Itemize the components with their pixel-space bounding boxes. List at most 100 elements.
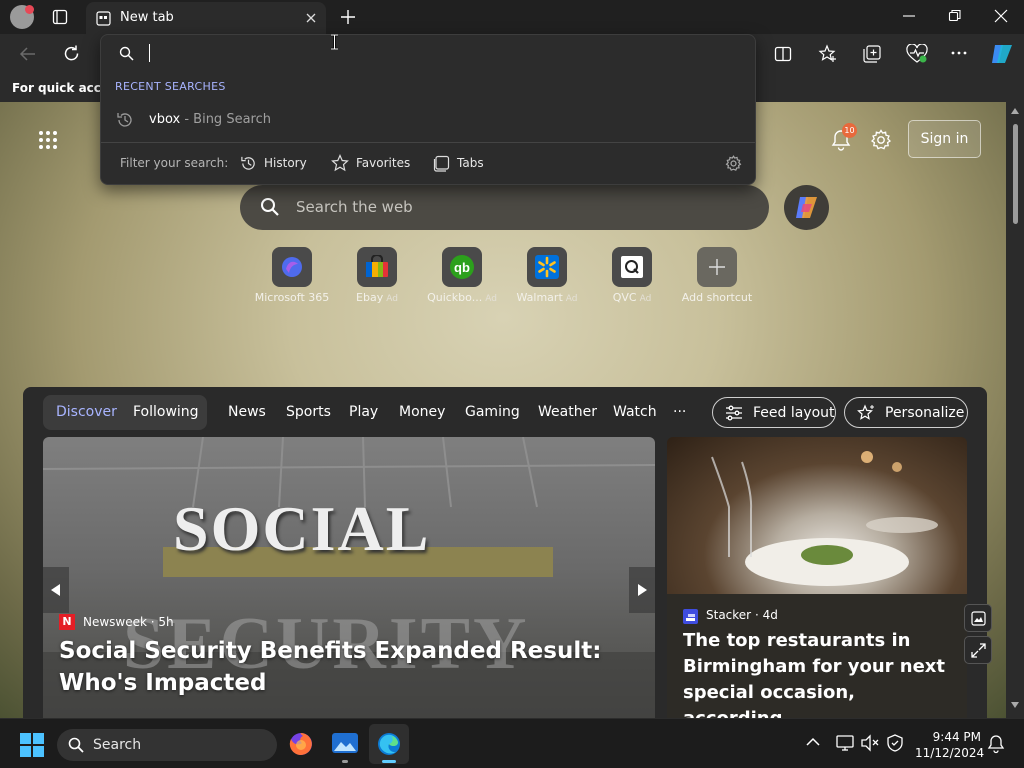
tab-weather[interactable]: Weather	[538, 404, 597, 420]
clock-time: 9:44 PM	[932, 730, 981, 744]
minimize-icon[interactable]	[902, 8, 916, 24]
star-icon	[331, 154, 349, 172]
search-settings-gear-icon[interactable]	[725, 155, 742, 172]
shortcut-label: Quickbo...	[427, 291, 483, 304]
network-icon[interactable]	[836, 734, 854, 752]
profile-alert-dot	[25, 5, 34, 14]
volume-muted-icon[interactable]	[860, 734, 880, 752]
card-headline[interactable]: Social Security Benefits Expanded Result…	[59, 635, 619, 699]
filter-history-button[interactable]: History	[240, 152, 307, 174]
shortcut-qvc[interactable]: QVC Ad	[592, 247, 672, 304]
tab-play[interactable]: Play	[349, 404, 378, 420]
tab-new-tab[interactable]: New tab	[86, 2, 326, 34]
svg-text:qb: qb	[454, 260, 470, 275]
search-icon	[119, 46, 134, 61]
filter-label: Tabs	[457, 156, 484, 170]
browser-essentials-icon[interactable]	[906, 44, 928, 64]
feed-layout-label: Feed layout	[753, 404, 835, 421]
carousel-prev-button[interactable]	[43, 567, 69, 613]
filter-favorites-button[interactable]: Favorites	[331, 152, 410, 174]
chevron-left-icon	[51, 584, 60, 596]
filter-tabs-button[interactable]: Tabs	[433, 152, 484, 174]
favorites-star-icon[interactable]	[818, 44, 838, 64]
tab-actions-icon[interactable]	[52, 9, 68, 25]
close-tab-icon[interactable]	[304, 11, 318, 25]
firefox-icon[interactable]	[288, 731, 314, 757]
shortcut-label: QVC	[612, 291, 637, 304]
add-plus-icon	[697, 247, 737, 287]
system-clock[interactable]: 9:44 PM 11/12/2024	[915, 729, 984, 761]
filter-label: History	[264, 156, 307, 170]
ebay-bag-icon	[357, 247, 397, 287]
tab-following[interactable]: Following	[133, 404, 199, 420]
copilot-logo-icon	[796, 197, 817, 218]
address-bar-dropdown: RECENT SEARCHES vbox - Bing Search Filte…	[100, 34, 756, 185]
show-hidden-icons-chevron-icon[interactable]	[806, 737, 820, 747]
stacker-logo-icon	[683, 609, 698, 624]
copilot-icon[interactable]	[989, 41, 1015, 67]
filter-search-label: Filter your search:	[120, 156, 229, 170]
address-input-caret[interactable]	[149, 44, 150, 62]
more-options-icon[interactable]	[950, 46, 968, 60]
apps-launcher-icon[interactable]	[38, 130, 58, 150]
add-shortcut-button[interactable]: Add shortcut	[677, 247, 757, 304]
notifications-bell-icon[interactable]: 10	[830, 123, 857, 152]
carousel-next-button[interactable]	[629, 567, 655, 613]
news-card-restaurants[interactable]: Stacker · 4d The top restaurants in Birm…	[667, 437, 967, 718]
card-headline[interactable]: The top restaurants in Birmingham for yo…	[683, 628, 958, 718]
search-placeholder: Search the web	[296, 198, 413, 216]
windows-start-icon[interactable]	[20, 733, 44, 757]
split-screen-icon[interactable]	[774, 45, 792, 63]
shortcut-walmart[interactable]: Walmart Ad	[507, 247, 587, 304]
recent-search-source: - Bing Search	[180, 112, 271, 127]
collections-icon[interactable]	[862, 44, 882, 64]
shortcut-quickbooks[interactable]: qb Quickbo... Ad	[422, 247, 502, 304]
taskbar-search-box[interactable]: Search	[57, 729, 277, 761]
tab-gaming[interactable]: Gaming	[465, 404, 520, 420]
web-search-box[interactable]: Search the web	[240, 185, 769, 230]
tab-sports[interactable]: Sports	[286, 404, 331, 420]
image-action-button[interactable]	[964, 604, 992, 632]
back-arrow-icon[interactable]	[19, 45, 37, 63]
windows-taskbar: Search 9:44 PM 11/12/2024	[0, 718, 1024, 768]
page-settings-gear-icon[interactable]	[870, 129, 892, 151]
edge-taskbar-button[interactable]	[369, 724, 409, 764]
tab-discover[interactable]: Discover	[56, 404, 117, 420]
battery-shield-icon[interactable]	[885, 733, 905, 753]
ad-badge: Ad	[565, 294, 578, 304]
ad-badge: Ad	[386, 294, 398, 304]
sign-in-button[interactable]: Sign in	[908, 120, 981, 158]
shortcut-ebay[interactable]: Ebay Ad	[337, 247, 417, 304]
copilot-search-button[interactable]	[784, 185, 829, 230]
restore-icon[interactable]	[948, 8, 962, 24]
news-card-social-security[interactable]: SOCIAL SECURITY N Newsweek · 5h Social S…	[43, 437, 655, 718]
feed-layout-button[interactable]: Feed layout	[712, 397, 836, 428]
recent-search-item[interactable]: vbox - Bing Search	[149, 112, 271, 127]
personalize-button[interactable]: Personalize	[844, 397, 968, 428]
shortcut-microsoft-365[interactable]: Microsoft 365	[252, 247, 332, 304]
ad-badge: Ad	[485, 294, 497, 304]
more-tabs-button[interactable]: ···	[673, 404, 686, 420]
shortcut-label: Walmart	[516, 291, 563, 304]
expand-arrows-icon	[971, 643, 986, 658]
refresh-icon[interactable]	[62, 44, 81, 63]
personalize-label: Personalize	[885, 404, 965, 421]
dropdown-divider	[101, 142, 755, 143]
edge-icon	[378, 733, 400, 755]
filter-label: Favorites	[356, 156, 411, 170]
photos-app-icon[interactable]	[331, 731, 359, 763]
close-window-icon[interactable]	[994, 8, 1008, 24]
sign-text-top: SOCIAL	[173, 493, 431, 564]
tab-news[interactable]: News	[228, 404, 266, 420]
profile-avatar[interactable]	[10, 5, 34, 29]
scrollbar-thumb[interactable]	[1013, 124, 1018, 224]
tab-watch[interactable]: Watch	[613, 404, 657, 420]
page-scrollbar[interactable]	[1006, 102, 1024, 718]
image-icon	[971, 611, 986, 626]
tab-money[interactable]: Money	[399, 404, 445, 420]
notification-center-bell-icon[interactable]	[987, 734, 1005, 754]
expand-button[interactable]	[964, 636, 992, 664]
card-age: · 4d	[754, 608, 778, 622]
scroll-up-icon	[1011, 108, 1019, 114]
new-tab-plus-icon[interactable]	[340, 9, 356, 25]
